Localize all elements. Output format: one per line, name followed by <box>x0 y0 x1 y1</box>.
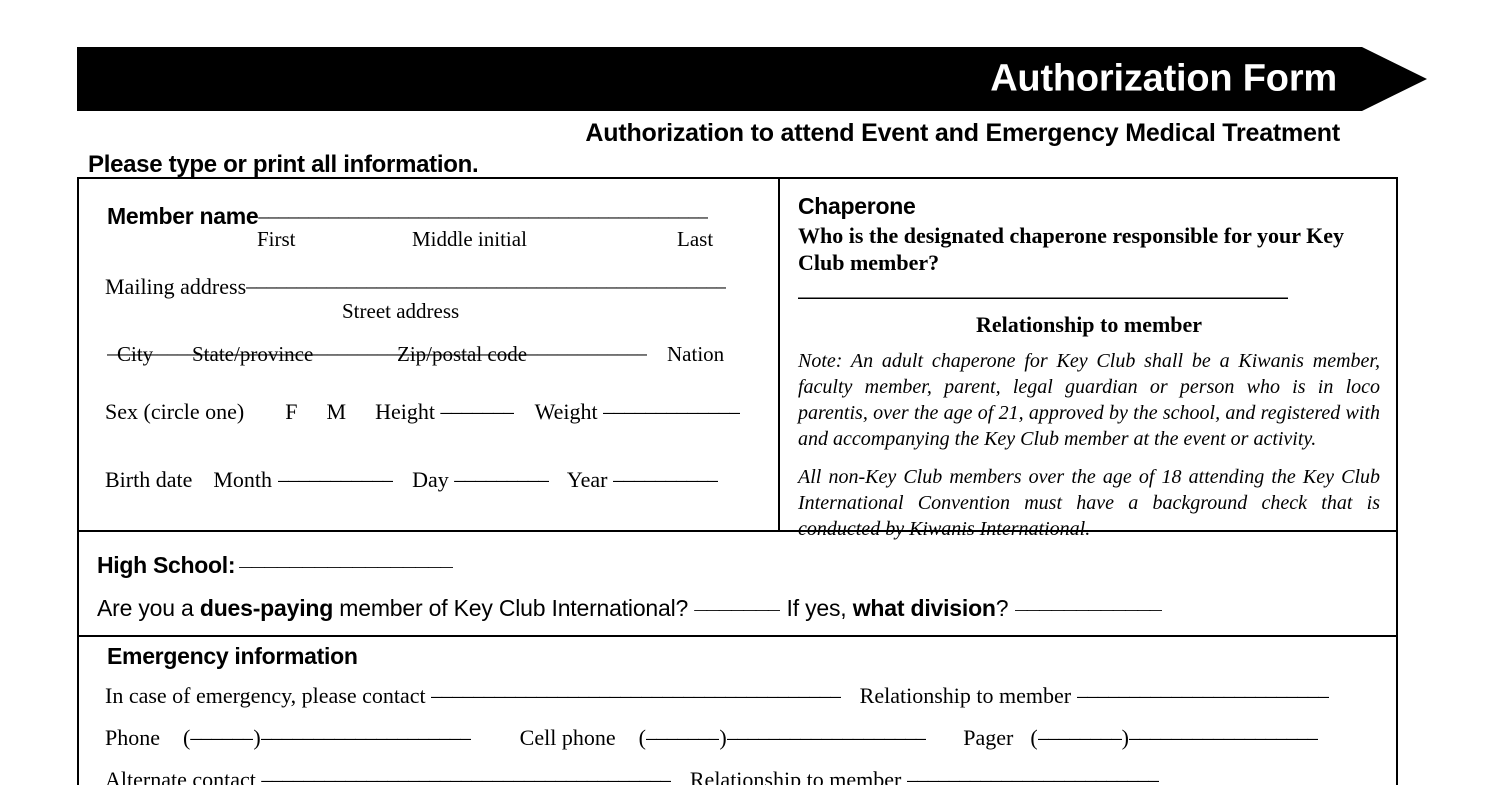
address-captions: City State/province Zip/postal code Nati… <box>107 342 757 372</box>
chaperone-question: Who is the designated chaperone responsi… <box>798 222 1380 311</box>
banner-title: Authorization Form <box>990 57 1337 100</box>
high-school-blank[interactable]: _________________ <box>239 544 453 571</box>
pager-paren-open: ( <box>1030 725 1038 750</box>
chaperone-title: Chaperone <box>798 193 916 219</box>
form-band-school: High School: _________________ Are you a… <box>79 532 1396 637</box>
header-banner: Authorization Form <box>77 47 1427 111</box>
dues-paying-row: Are you a dues-paying member of Key Club… <box>97 587 1162 622</box>
high-school-row: High School: _________________ <box>97 544 453 579</box>
dues-text-4: ? <box>995 595 1015 621</box>
birth-year-blank[interactable]: __________ <box>613 459 718 485</box>
member-information-cell: Member name_____________________________… <box>79 179 780 530</box>
alternate-relationship-blank[interactable]: ________________________ <box>907 759 1159 785</box>
mailing-address-label: Mailing address <box>105 274 247 299</box>
alternate-contact-label: Alternate contact <box>105 767 256 785</box>
document-page: Authorization Form Authorization to atte… <box>0 0 1500 785</box>
mailing-address-row: Mailing address_________________________… <box>105 267 726 300</box>
birth-year-label: Year <box>566 467 608 492</box>
phone-number-blank[interactable]: ____________________ <box>261 717 471 743</box>
caption-zip-postal-code: Zip/postal code <box>397 342 528 366</box>
weight-blank[interactable]: _____________ <box>603 391 740 417</box>
dues-text-1: Are you a <box>97 595 200 621</box>
emergency-relationship-blank[interactable]: ________________________ <box>1077 675 1329 701</box>
phone-label: Phone <box>105 725 160 750</box>
chaperone-question-text: Who is the designated chaperone responsi… <box>798 223 1344 275</box>
high-school-label: High School: <box>97 552 236 578</box>
birth-month-label: Month <box>213 467 273 492</box>
member-name-label: Member name <box>107 203 259 229</box>
dues-text-3: If yes, <box>780 595 853 621</box>
birth-day-label: Day <box>412 467 449 492</box>
cell-area-code-blank[interactable]: _______ <box>646 717 720 743</box>
dues-answer-blank[interactable]: _______ <box>694 587 780 614</box>
caption-state-province: State/province <box>192 342 314 366</box>
alternate-contact-blank[interactable]: _______________________________________ <box>261 759 671 785</box>
pager-paren-close: ) <box>1121 725 1129 750</box>
caption-street-address: Street address <box>342 299 460 323</box>
pager-area-code-blank[interactable]: ________ <box>1038 717 1122 743</box>
birth-date-row: Birth date Month ___________ Day _______… <box>105 459 718 493</box>
phone-paren-open: ( <box>183 725 191 750</box>
chaperone-information-cell: Chaperone Who is the designated chaperon… <box>780 179 1396 540</box>
emergency-contact-row: In case of emergency, please contact ___… <box>105 675 1329 709</box>
height-blank[interactable]: _______ <box>440 391 514 417</box>
birth-date-label: Birth date <box>105 467 193 492</box>
birth-month-blank[interactable]: ___________ <box>278 459 394 485</box>
sex-label: Sex (circle one) <box>105 399 245 424</box>
chaperone-note-1: Note: An adult chaperone for Key Club sh… <box>798 350 1380 450</box>
emergency-information-title: Emergency information <box>107 643 358 669</box>
chaperone-name-blank[interactable]: ________________________________________… <box>798 276 1288 303</box>
alternate-contact-row: Alternate contact ______________________… <box>105 759 1159 785</box>
cell-paren-close: ) <box>719 725 727 750</box>
phone-area-code-blank[interactable]: ______ <box>190 717 253 743</box>
cell-paren-open: ( <box>638 725 646 750</box>
phone-paren-close: ) <box>253 725 261 750</box>
what-division-emphasis: what division <box>852 595 996 621</box>
form-band-top: Member name_____________________________… <box>79 179 1396 540</box>
pager-number-blank[interactable]: __________________ <box>1129 717 1318 743</box>
division-answer-blank[interactable]: ____________ <box>1015 587 1163 614</box>
pager-label: Pager <box>963 725 1014 750</box>
birth-day-blank[interactable]: _________ <box>454 459 549 485</box>
document-subtitle: Authorization to attend Event and Emerge… <box>585 119 1340 147</box>
sex-height-weight-row: Sex (circle one) F M Height _______ Weig… <box>105 391 740 425</box>
height-label: Height <box>375 399 435 424</box>
dues-text-2: member of Key Club International? <box>333 595 695 621</box>
dues-paying-emphasis: dues-paying <box>199 595 334 621</box>
emergency-contact-blank[interactable]: _______________________________________ <box>431 675 841 701</box>
emergency-contact-label: In case of emergency, please contact <box>105 683 426 708</box>
emergency-relationship-label: Relationship to member <box>859 683 1072 708</box>
weight-label: Weight <box>534 399 598 424</box>
caption-first: First <box>257 227 296 251</box>
mailing-address-blank[interactable]: ________________________________________… <box>246 267 726 292</box>
emergency-phone-row: Phone (______)____________________ Cell … <box>105 717 1318 751</box>
member-name-blank[interactable]: ________________________________________… <box>258 197 708 222</box>
print-instruction: Please type or print all information. <box>88 151 479 178</box>
cell-phone-label: Cell phone <box>519 725 616 750</box>
member-name-row: Member name_____________________________… <box>107 197 708 230</box>
form-band-emergency: Emergency information In case of emergen… <box>79 637 1396 785</box>
chaperone-note-2: All non-Key Club members over the age of… <box>798 466 1380 540</box>
caption-middle-initial: Middle initial <box>412 227 527 251</box>
caption-nation: Nation <box>667 342 725 366</box>
caption-last: Last <box>677 227 714 251</box>
alternate-relationship-label: Relationship to member <box>689 767 902 785</box>
cell-number-blank[interactable]: ___________________ <box>727 717 927 743</box>
form-table: Member name_____________________________… <box>77 177 1398 785</box>
sex-option-female[interactable]: F <box>285 399 297 424</box>
sex-option-male[interactable]: M <box>327 399 347 424</box>
chaperone-relationship-caption: Relationship to member <box>975 312 1203 337</box>
caption-city: City <box>117 342 154 366</box>
